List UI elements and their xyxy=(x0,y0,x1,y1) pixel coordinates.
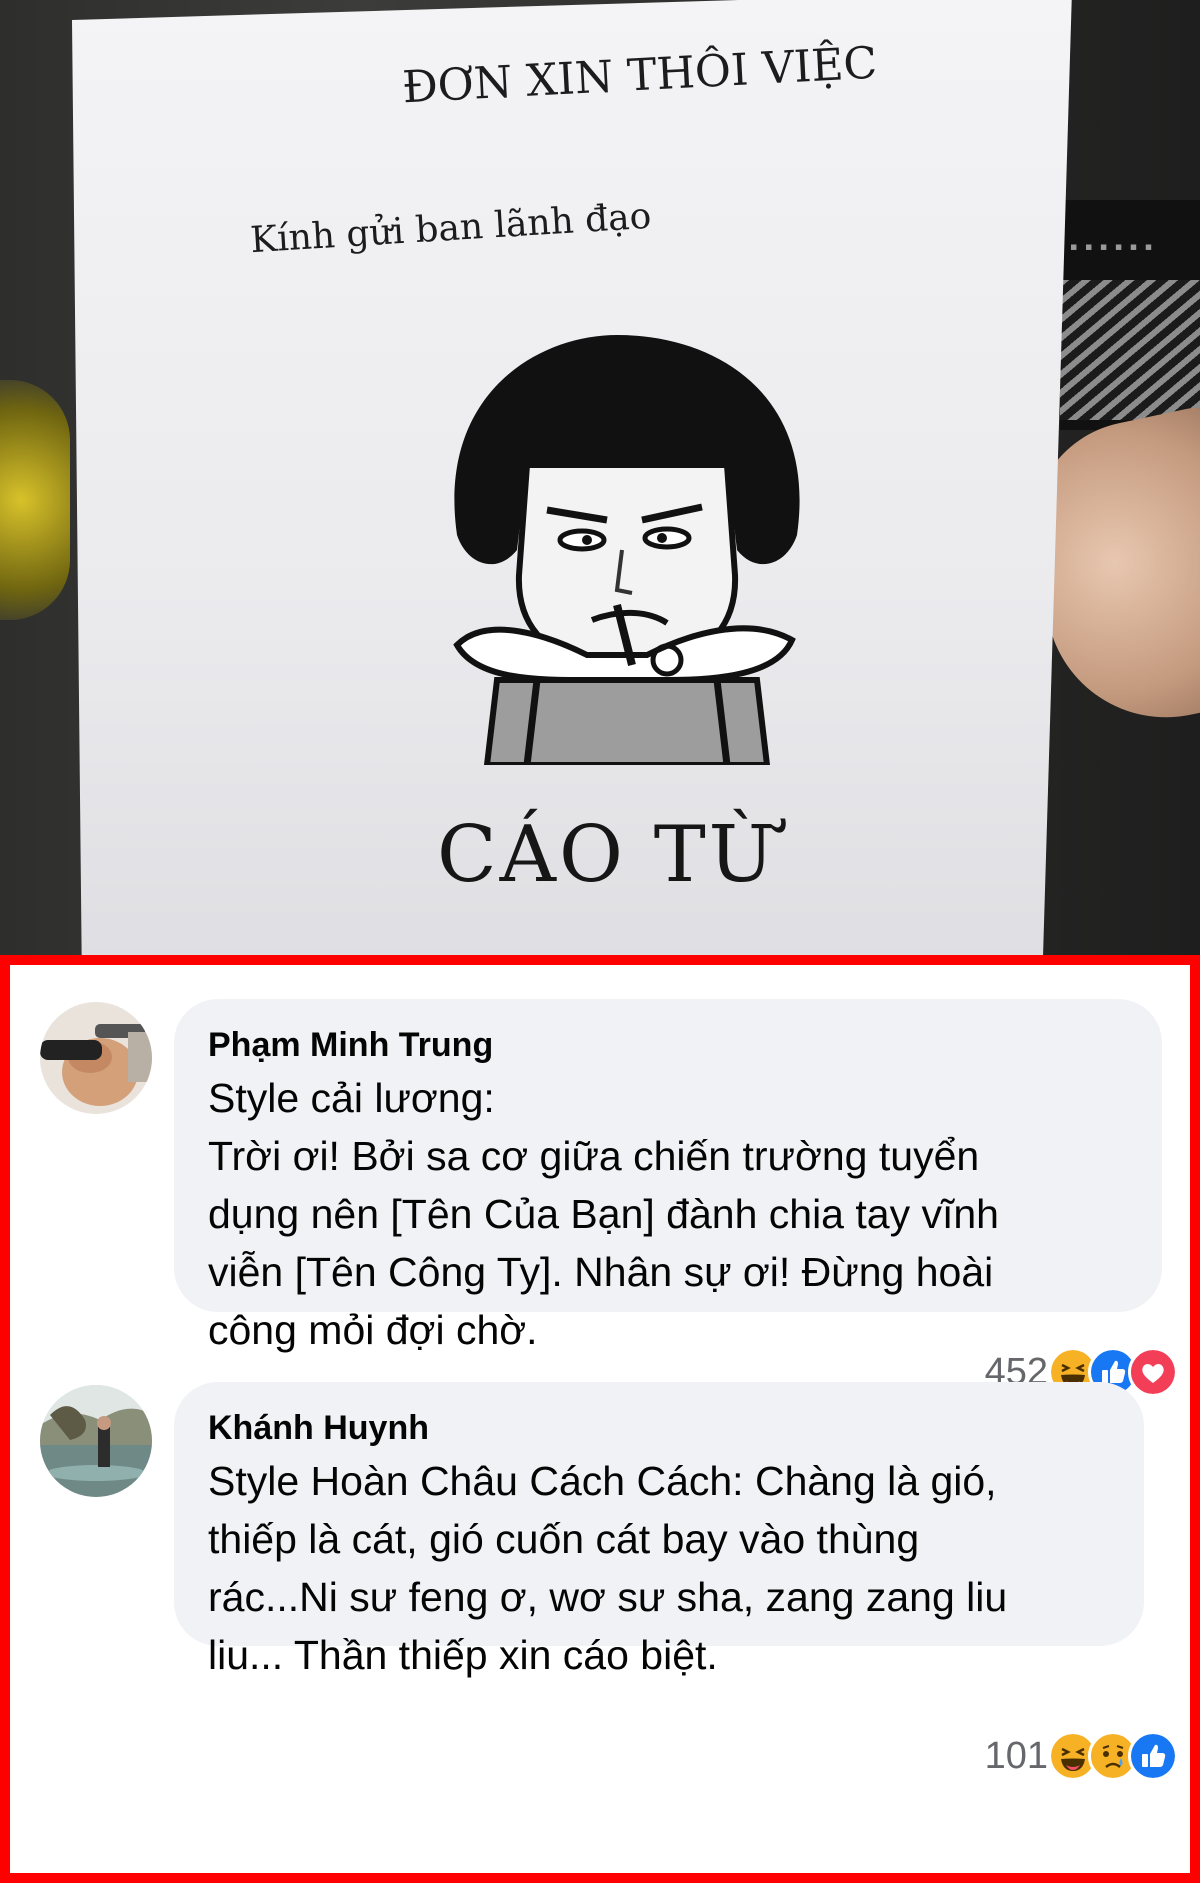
resignation-letter-photo: ▪ ▪ ▪ ▪ ▪ ▪ ĐƠN XIN THÔI VIỆC Kính gửi b… xyxy=(0,0,1200,955)
reaction-count: 101 xyxy=(984,1734,1048,1777)
comment-author[interactable]: Phạm Minh Trung xyxy=(208,1025,1128,1065)
comments-panel: Phạm Minh Trung Style cải lương: Trời ơi… xyxy=(0,955,1200,1883)
letter-closing: CÁO TỪ xyxy=(437,810,778,900)
background-object xyxy=(0,380,70,620)
comment-text: Style Hoàn Châu Cách Cách: Chàng là gió,… xyxy=(208,1452,1110,1684)
comment-author[interactable]: Khánh Huynh xyxy=(208,1408,1110,1448)
comment-line: Trời ơi! Bởi sa cơ giữa chiến trường tuy… xyxy=(208,1133,980,1179)
comment-line: rác...Ni sư feng ơ, wơ sư sha, zang zang… xyxy=(208,1574,1008,1620)
avatar[interactable] xyxy=(40,1385,152,1497)
comment-text: Style cải lương: Trời ơi! Bởi sa cơ giữa… xyxy=(208,1069,1128,1359)
like-icon xyxy=(1128,1731,1178,1781)
avatar-photo-icon xyxy=(40,1002,152,1114)
avatar-photo-icon xyxy=(40,1385,152,1497)
comment-line: viễn [Tên Công Ty]. Nhân sự ơi! Đừng hoà… xyxy=(208,1249,994,1295)
comment-line: dụng nên [Tên Của Bạn] đành chia tay vĩn… xyxy=(208,1191,999,1237)
avatar[interactable] xyxy=(40,1002,152,1114)
comment-line: thiếp là cát, gió cuốn cát bay vào thùng xyxy=(208,1516,920,1562)
comment-bubble: Phạm Minh Trung Style cải lương: Trời ơi… xyxy=(174,999,1162,1353)
meme-face-illustration xyxy=(453,335,800,765)
reaction-summary[interactable]: 101 xyxy=(985,1731,1178,1781)
paper-sheet: ĐƠN XIN THÔI VIỆC Kính gửi ban lãnh đạo xyxy=(72,0,1072,955)
comment-bubble: Khánh Huynh Style Hoàn Châu Cách Cách: C… xyxy=(174,1382,1144,1678)
love-icon xyxy=(1128,1347,1178,1397)
comment-line: Style cải lương: xyxy=(208,1075,495,1121)
comment-line: Style Hoàn Châu Cách Cách: Chàng là gió, xyxy=(208,1458,997,1504)
letter-greeting: Kính gửi ban lãnh đạo xyxy=(249,195,653,262)
letter-title: ĐƠN XIN THÔI VIỆC xyxy=(400,37,879,114)
comment-line: liu... Thần thiếp xin cáo biệt. xyxy=(208,1632,718,1678)
background-monitor: ▪ ▪ ▪ ▪ ▪ ▪ xyxy=(1060,200,1200,430)
